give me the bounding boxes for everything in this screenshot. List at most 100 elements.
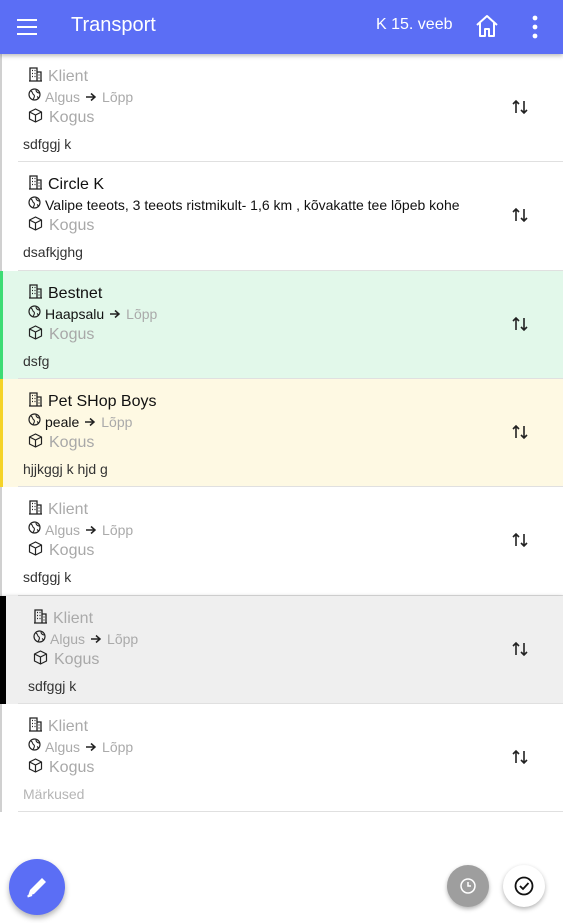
- confirm-button[interactable]: [503, 865, 545, 907]
- home-icon[interactable]: [474, 13, 500, 39]
- building-icon: [28, 66, 43, 87]
- quantity-row[interactable]: Kogus: [28, 325, 94, 345]
- client-row[interactable]: Pet SHop Boys: [28, 391, 157, 412]
- route-row[interactable]: Algus Lõpp: [28, 88, 133, 106]
- quantity-row[interactable]: Kogus: [28, 433, 94, 453]
- arrow-right-icon: [90, 634, 102, 644]
- building-icon: [28, 716, 43, 737]
- quantity-row[interactable]: Kogus: [33, 650, 99, 670]
- note[interactable]: Märkused: [23, 786, 84, 802]
- route-start: peale: [45, 414, 80, 430]
- status-bar: [0, 596, 6, 704]
- note[interactable]: hjjkggj k hjd g: [23, 461, 108, 477]
- status-bar: [0, 271, 3, 379]
- globe-icon: [28, 196, 41, 214]
- quantity: Kogus: [49, 434, 95, 451]
- check-circle-icon: [514, 876, 534, 896]
- route: Valipe teeots, 3 teeots ristmikult- 1,6 …: [45, 197, 460, 213]
- arrow-right-icon: [85, 742, 97, 752]
- more-vert-icon[interactable]: [532, 15, 538, 39]
- building-icon: [28, 499, 43, 520]
- client-row[interactable]: Klient: [28, 716, 88, 737]
- arrow-right-icon: [109, 309, 121, 319]
- globe-icon: [28, 738, 41, 756]
- route-end: Lõpp: [102, 739, 134, 755]
- swap-vert-icon[interactable]: [511, 640, 529, 658]
- package-icon: [33, 650, 48, 670]
- client-name: Klient: [48, 500, 89, 518]
- quantity: Kogus: [49, 217, 95, 234]
- route: Haapsalu Lõpp: [45, 306, 157, 322]
- package-icon: [28, 758, 43, 778]
- order-card[interactable]: Bestnet Haapsalu Lõpp Kogus dsfg: [0, 271, 563, 379]
- client-name: Klient: [48, 717, 89, 735]
- note[interactable]: dsafkjghg: [23, 244, 83, 260]
- note[interactable]: sdfggj k: [23, 569, 71, 585]
- order-card[interactable]: Klient Algus Lõpp Kogus sdfggj k: [0, 596, 563, 704]
- client-name: Pet SHop Boys: [48, 392, 157, 410]
- history-button[interactable]: [447, 865, 489, 907]
- client-row[interactable]: Bestnet: [28, 283, 102, 304]
- menu-icon[interactable]: [17, 17, 37, 37]
- status-bar: [0, 487, 2, 596]
- route: Algus Lõpp: [45, 89, 133, 105]
- status-bar: [0, 162, 2, 271]
- quantity: Kogus: [49, 542, 95, 559]
- note[interactable]: dsfg: [23, 353, 49, 369]
- route-row[interactable]: Haapsalu Lõpp: [28, 305, 157, 323]
- arrow-right-icon: [84, 417, 96, 427]
- order-card[interactable]: Klient Algus Lõpp Kogus Märkused: [0, 704, 563, 812]
- note[interactable]: sdfggj k: [23, 136, 71, 152]
- quantity-row[interactable]: Kogus: [28, 541, 94, 561]
- building-icon: [28, 391, 43, 412]
- swap-vert-icon[interactable]: [511, 98, 529, 116]
- order-card[interactable]: Circle K Valipe teeots, 3 teeots ristmiku…: [0, 162, 563, 271]
- order-card[interactable]: Klient Algus Lõpp Kogus sdfggj k: [0, 54, 563, 162]
- building-icon: [33, 608, 48, 629]
- swap-vert-icon[interactable]: [511, 423, 529, 441]
- route-start: Algus: [50, 631, 86, 647]
- client-row[interactable]: Circle K: [28, 174, 104, 195]
- note[interactable]: sdfggj k: [28, 678, 76, 694]
- globe-icon: [28, 88, 41, 106]
- route-end: Lõpp: [107, 631, 139, 647]
- quantity-row[interactable]: Kogus: [28, 216, 94, 236]
- package-icon: [28, 541, 43, 561]
- route: Algus Lõpp: [45, 739, 133, 755]
- quantity: Kogus: [49, 109, 95, 126]
- client-row[interactable]: Klient: [28, 66, 88, 87]
- swap-vert-icon[interactable]: [511, 531, 529, 549]
- order-card[interactable]: Klient Algus Lõpp Kogus sdfggj k: [0, 487, 563, 596]
- page-title: Transport: [71, 14, 156, 36]
- status-bar: [0, 704, 2, 812]
- edit-button[interactable]: [9, 859, 65, 915]
- route-start: Algus: [45, 522, 81, 538]
- app-bar: Transport K 15. veeb: [0, 0, 563, 54]
- route-row[interactable]: peale Lõpp: [28, 413, 132, 431]
- quantity: Kogus: [54, 651, 100, 668]
- swap-vert-icon[interactable]: [511, 206, 529, 224]
- order-card[interactable]: Pet SHop Boys peale Lõpp Kogus hjjkggj k hjd…: [0, 379, 563, 487]
- status-bar: [0, 379, 3, 487]
- status-bar: [0, 54, 2, 162]
- route-row[interactable]: Algus Lõpp: [28, 521, 133, 539]
- route-start: Algus: [45, 89, 81, 105]
- route-start: Haapsalu: [45, 306, 105, 322]
- quantity-row[interactable]: Kogus: [28, 758, 94, 778]
- quantity-row[interactable]: Kogus: [28, 108, 94, 128]
- client-row[interactable]: Klient: [28, 499, 88, 520]
- route-row[interactable]: Algus Lõpp: [33, 630, 138, 648]
- client-name: Circle K: [48, 175, 105, 193]
- date-selector[interactable]: K 15. veeb: [376, 16, 453, 34]
- route-row[interactable]: Valipe teeots, 3 teeots ristmikult- 1,6 …: [28, 196, 460, 214]
- swap-vert-icon[interactable]: [511, 315, 529, 333]
- client-row[interactable]: Klient: [33, 608, 93, 629]
- route-row[interactable]: Algus Lõpp: [28, 738, 133, 756]
- building-icon: [28, 174, 43, 195]
- route: Algus Lõpp: [45, 522, 133, 538]
- route: peale Lõpp: [45, 414, 132, 430]
- globe-icon: [28, 521, 41, 539]
- swap-vert-icon[interactable]: [511, 748, 529, 766]
- package-icon: [28, 108, 43, 128]
- arrow-right-icon: [85, 525, 97, 535]
